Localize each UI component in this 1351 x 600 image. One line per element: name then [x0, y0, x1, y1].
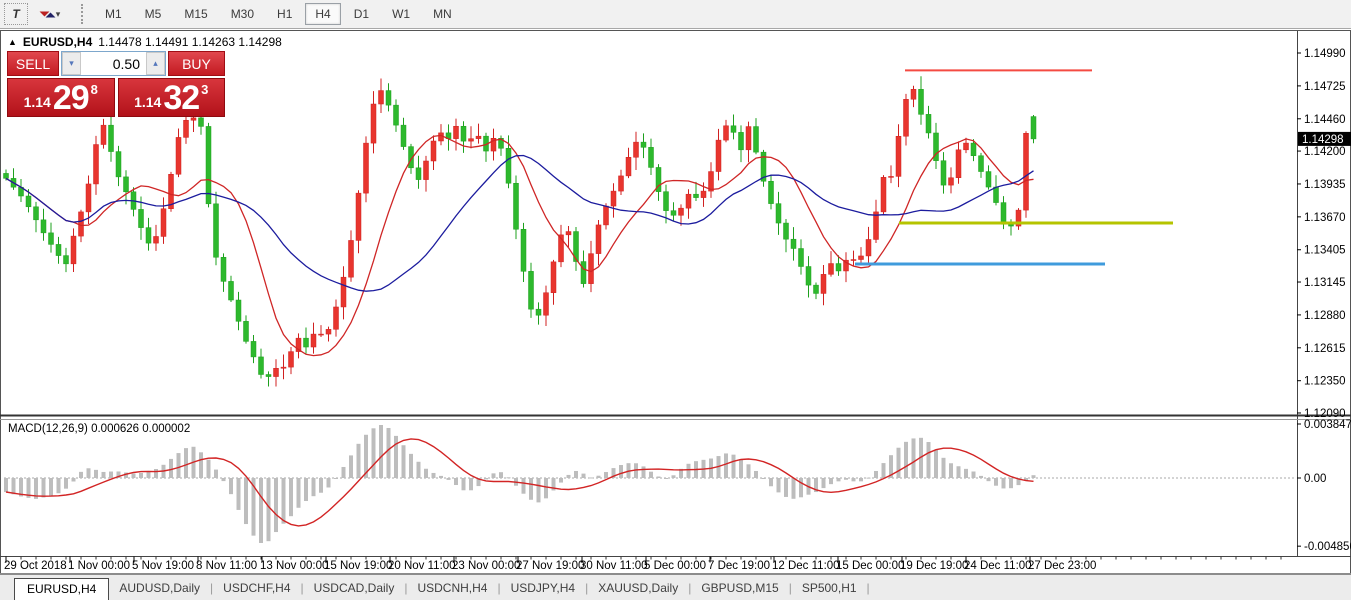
chart-tab-eurusd-h4[interactable]: EURUSD,H4	[14, 578, 109, 600]
text-tool-button[interactable]: T	[4, 3, 28, 25]
macd-axis-label: -0.004856	[1304, 541, 1351, 553]
time-axis-label: 27 Dec 23:00	[1028, 560, 1096, 572]
chevron-down-icon: ▾	[56, 9, 61, 20]
buy-price-prefix: 1.14	[134, 91, 161, 113]
chart-tab-sp500-h1[interactable]: SP500,H1	[792, 578, 867, 600]
time-axis-label: 7 Dec 19:00	[708, 560, 770, 572]
macd-indicator-label: MACD(12,26,9) 0.000626 0.000002	[8, 423, 190, 435]
time-axis-label: 29 Oct 2018	[4, 560, 67, 572]
price-axis-label: 1.14460	[1304, 114, 1346, 126]
chart-tab-gbpusd-m15[interactable]: GBPUSD,M15	[691, 578, 788, 600]
time-axis-label: 23 Nov 00:00	[452, 560, 520, 572]
sell-price-button[interactable]: 1.14 29 8	[7, 78, 115, 117]
mt4-window: 1.14990 1.14725 1.14460 1.14200 1.13935 1.136…	[0, 0, 1351, 600]
symbol-label: EURUSD,H4	[23, 35, 92, 49]
current-price-label: 1.14298	[1302, 134, 1344, 146]
toolbar-drag-handle[interactable]	[81, 4, 87, 24]
chart-tab-usdjpy-h4[interactable]: USDJPY,H4	[501, 578, 585, 600]
timeframe-button-m15[interactable]: M15	[174, 3, 217, 25]
buy-price-button[interactable]: 1.14 32 3	[118, 78, 226, 117]
price-axis-label: 1.13145	[1304, 277, 1346, 289]
price-axis-label: 1.13670	[1304, 212, 1346, 224]
one-click-trading-panel: SELL ▾ ▴ BUY 1.14 29 8 1.14 32 3	[7, 51, 225, 117]
price-axis-label: 1.14725	[1304, 81, 1346, 93]
timeframe-button-m1[interactable]: M1	[95, 3, 132, 25]
chart-tab-usdcnh-h4[interactable]: USDCNH,H4	[407, 578, 497, 600]
tab-divider: |	[867, 581, 870, 600]
time-axis-label: 5 Dec 00:00	[644, 560, 706, 572]
sell-button[interactable]: SELL	[7, 51, 59, 76]
toolbar: T ▾ M1M5M15M30H1H4D1W1MN	[0, 0, 1351, 29]
time-axis-label: 1 Nov 00:00	[68, 560, 130, 572]
chart-header: ▲ EURUSD,H4 1.14478 1.14491 1.14263 1.14…	[8, 35, 282, 49]
time-axis-label: 27 Nov 19:00	[516, 560, 584, 572]
sell-price-prefix: 1.14	[24, 91, 51, 113]
timeframe-button-d1[interactable]: D1	[344, 3, 379, 25]
timeframe-button-h4[interactable]: H4	[305, 3, 340, 25]
time-axis-label: 15 Nov 19:00	[324, 560, 392, 572]
price-axis-label: 1.14990	[1304, 48, 1346, 60]
time-axis-label: 20 Nov 11:00	[388, 560, 456, 572]
price-axis-label: 1.12880	[1304, 310, 1346, 322]
chart-tab-bar: EURUSD,H4AUDUSD,Daily|USDCHF,H4|USDCAD,D…	[0, 574, 1351, 600]
chart-tab-usdchf-h4[interactable]: USDCHF,H4	[213, 578, 300, 600]
sell-price-pips: 29	[53, 83, 89, 113]
price-axis-label: 1.14200	[1304, 146, 1346, 158]
chart-tab-audusd-daily[interactable]: AUDUSD,Daily	[109, 578, 210, 600]
timeframe-button-w1[interactable]: W1	[382, 3, 420, 25]
buy-price-point: 3	[201, 82, 208, 97]
new-order-icon	[40, 7, 54, 21]
timeframe-bar: M1M5M15M30H1H4D1W1MN	[95, 3, 462, 25]
time-axis-label: 12 Dec 11:00	[772, 560, 840, 572]
timeframe-button-mn[interactable]: MN	[423, 3, 462, 25]
time-axis-label: 24 Dec 11:00	[964, 560, 1032, 572]
collapse-panel-icon[interactable]: ▲	[8, 37, 17, 47]
time-axis-label: 30 Nov 11:00	[580, 560, 648, 572]
macd-axis-label: 0.00	[1304, 473, 1326, 485]
time-axis-label: 13 Nov 00:00	[260, 560, 328, 572]
time-axis-label: 15 Dec 00:00	[836, 560, 904, 572]
chart-tab-xauusd-daily[interactable]: XAUUSD,Daily	[588, 578, 688, 600]
ohlc-values: 1.14478 1.14491 1.14263 1.14298	[98, 35, 282, 49]
chart-tab-usdcad-daily[interactable]: USDCAD,Daily	[304, 578, 405, 600]
time-axis-label: 5 Nov 19:00	[132, 560, 194, 572]
time-axis-label: 19 Dec 19:00	[900, 560, 968, 572]
buy-button[interactable]: BUY	[168, 51, 225, 76]
timeframe-button-m5[interactable]: M5	[135, 3, 172, 25]
price-axis-label: 1.12615	[1304, 343, 1346, 355]
sell-price-point: 8	[91, 82, 98, 97]
price-axis-label: 1.13935	[1304, 179, 1346, 191]
time-axis-label: 8 Nov 11:00	[196, 560, 257, 572]
lot-stepper: ▾ ▴	[61, 51, 166, 76]
lot-increase-button[interactable]: ▴	[146, 52, 165, 75]
price-axis-label: 1.12350	[1304, 376, 1346, 388]
new-order-button[interactable]: ▾	[30, 3, 70, 25]
macd-axis-label: 0.003847	[1304, 419, 1351, 431]
lot-size-input[interactable]	[81, 52, 146, 75]
buy-price-pips: 32	[163, 83, 199, 113]
lot-decrease-button[interactable]: ▾	[62, 52, 81, 75]
timeframe-button-h1[interactable]: H1	[267, 3, 302, 25]
price-axis-label: 1.13405	[1304, 245, 1346, 257]
timeframe-button-m30[interactable]: M30	[221, 3, 264, 25]
